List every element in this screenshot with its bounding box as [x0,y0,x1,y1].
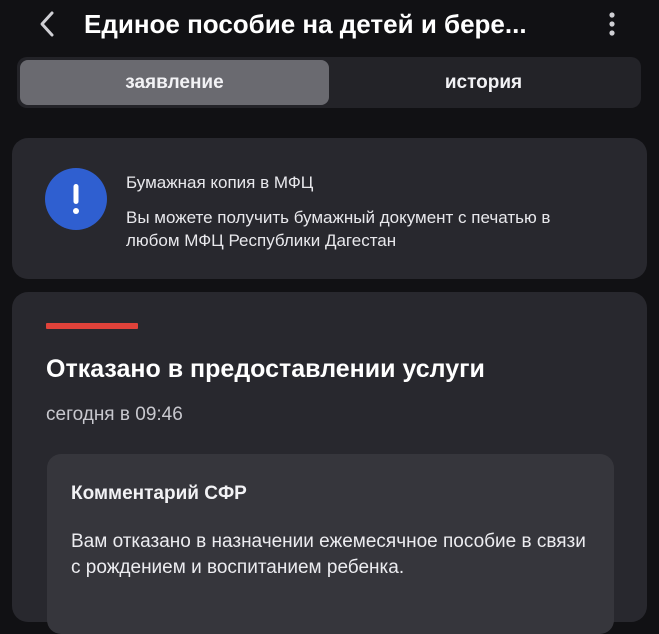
page-title: Единое пособие на детей и бере... [84,9,527,39]
info-card: Бумажная копия в МФЦ Вы можете получить … [12,138,647,279]
status-title: Отказано в предоставлении услуги [46,355,485,383]
comment-text: Вам отказано в назначении ежемесячное по… [71,531,586,578]
tab-history[interactable]: история [329,60,638,105]
tab-switcher: заявление история [17,57,641,108]
tab-application[interactable]: заявление [20,60,329,105]
comment-title: Комментарий СФР [71,483,247,504]
exclamation-icon [45,168,107,230]
status-card: Отказано в предоставлении услуги сегодня… [12,292,647,634]
info-text: Вы можете получить бумажный документ с п… [126,208,551,250]
vertical-dots-icon [609,12,615,36]
comment-box: Комментарий СФР Вам отказано в назначени… [47,454,614,634]
more-options-button[interactable] [598,6,626,42]
status-indicator-bar [46,323,138,329]
back-button[interactable] [30,6,64,42]
info-title: Бумажная копия в МФЦ [126,173,314,192]
status-timestamp: сегодня в 09:46 [46,404,183,425]
header: Единое пособие на детей и бере... [0,0,659,52]
chevron-left-icon [40,11,54,37]
